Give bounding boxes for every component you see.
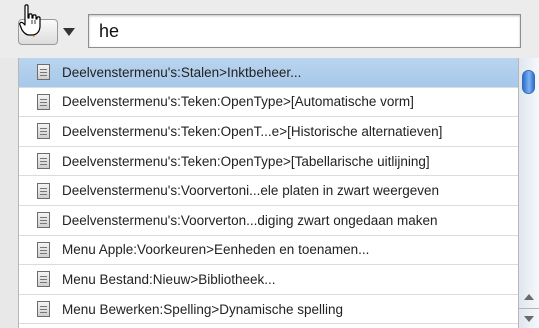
list-item-label: Deelvenstermenu's:Teken:OpenT...e>[Histo…: [62, 123, 443, 139]
document-icon: [37, 271, 50, 288]
list-item[interactable]: Deelvenstermenu's:Teken:OpenType>[Automa…: [19, 88, 518, 118]
list-item-label: Deelvenstermenu's:Voorvertoni...ele plat…: [62, 183, 440, 199]
list-item[interactable]: Deelvenstermenu's:Voorverton...diging zw…: [19, 206, 518, 236]
document-icon: [37, 153, 50, 170]
search-input[interactable]: he: [88, 14, 521, 48]
list-item-label: Deelvenstermenu's:Voorverton...diging zw…: [62, 212, 438, 228]
list-item[interactable]: Menu Bewerken:Spelling>Dynamische spelli…: [19, 295, 518, 325]
list-item[interactable]: Deelvenstermenu's:Voorvertoni...ele plat…: [19, 176, 518, 206]
document-icon: [37, 212, 50, 229]
list-item-label: Deelvenstermenu's:Teken:OpenType>[Automa…: [62, 94, 414, 110]
document-icon: [37, 93, 50, 110]
document-icon: [37, 182, 50, 199]
list-item[interactable]: Menu Bestand:Nieuw>Bibliotheek...: [19, 265, 518, 295]
list-item[interactable]: Menu Apple:Voorkeuren>Eenheden en toenam…: [19, 236, 518, 266]
scroll-arrow-divider: [519, 308, 539, 309]
results-list: Deelvenstermenu's:Stalen>Inktbeheer... D…: [18, 58, 518, 328]
pointing-hand-cursor-icon: [19, 4, 41, 36]
search-input-value: he: [99, 21, 120, 41]
scrollbar-thumb[interactable]: [522, 70, 535, 94]
toolbar: ϟ he: [0, 0, 539, 58]
document-icon: [37, 301, 50, 318]
scroll-down-arrow-icon[interactable]: [524, 316, 534, 322]
vertical-scrollbar[interactable]: [518, 58, 539, 328]
list-item-label: Deelvenstermenu's:Teken:OpenType>[Tabell…: [62, 153, 430, 169]
list-item[interactable]: Deelvenstermenu's:Teken:OpenT...e>[Histo…: [19, 117, 518, 147]
document-icon: [37, 123, 50, 140]
triangle-down-icon[interactable]: [63, 28, 75, 36]
list-item-label: Menu Apple:Voorkeuren>Eenheden en toenam…: [62, 242, 370, 258]
scroll-up-arrow-icon[interactable]: [524, 294, 534, 300]
document-icon: [37, 241, 50, 258]
quick-apply-panel: ϟ he Deelvenstermenu's:Stalen>Inktbeheer…: [0, 0, 539, 328]
document-icon: [37, 64, 50, 81]
list-item[interactable]: Deelvenstermenu's:Teken:OpenType>[Tabell…: [19, 147, 518, 177]
list-item[interactable]: Deelvenstermenu's:Stalen>Inktbeheer...: [19, 58, 518, 88]
list-item-label: Menu Bestand:Nieuw>Bibliotheek...: [62, 271, 276, 287]
list-item-label: Deelvenstermenu's:Stalen>Inktbeheer...: [62, 64, 302, 80]
list-item-label: Menu Bewerken:Spelling>Dynamische spelli…: [62, 301, 344, 317]
